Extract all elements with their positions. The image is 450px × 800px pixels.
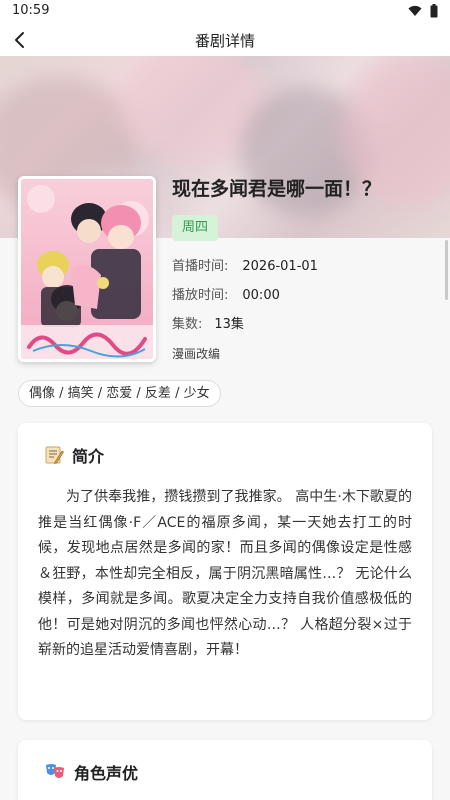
airtime-label: 播放时间: bbox=[172, 288, 229, 303]
episodes-label: 集数: bbox=[172, 317, 203, 332]
synopsis-text: 为了供奉我推，攒钱攒到了我推家。 高中生·木下歌夏的推是当红偶像·F／ACE的福… bbox=[38, 489, 412, 658]
cast-header: 角色声优 bbox=[44, 760, 138, 784]
memo-icon bbox=[45, 446, 64, 464]
anime-poster[interactable] bbox=[18, 176, 156, 362]
status-icons bbox=[408, 4, 438, 18]
wifi-icon bbox=[408, 5, 422, 16]
cast-title: 角色声优 bbox=[74, 764, 139, 783]
theater-masks-icon bbox=[46, 764, 64, 778]
premiere-value: 2026-01-01 bbox=[242, 259, 318, 274]
synopsis-header: 简介 bbox=[44, 443, 104, 467]
anime-title: 现在多闻君是哪一面！？ bbox=[172, 178, 382, 200]
synopsis-card: 简介 为了供奉我推，攒钱攒到了我推家。 高中生·木下歌夏的推是当红偶像·F／AC… bbox=[18, 423, 432, 720]
page-title: 番剧详情 bbox=[194, 32, 255, 50]
battery-icon bbox=[430, 4, 438, 18]
premiere-row: 首播时间: 2026-01-01 bbox=[172, 255, 318, 274]
scrollbar[interactable] bbox=[445, 240, 448, 300]
episodes-value: 13集 bbox=[214, 317, 244, 332]
synopsis-title: 简介 bbox=[72, 447, 105, 466]
status-bar: 10:59 bbox=[0, 0, 450, 24]
airtime-value: 00:00 bbox=[242, 288, 280, 303]
source-label: 漫画改编 bbox=[172, 347, 221, 361]
status-time: 10:59 bbox=[12, 3, 50, 18]
poster-illustration bbox=[21, 179, 153, 359]
airtime-row: 播放时间: 00:00 bbox=[172, 284, 280, 303]
nav-bar: 番剧详情 bbox=[0, 24, 450, 56]
genre-tags[interactable]: 偶像 / 搞笑 / 恋爱 / 反差 / 少女 bbox=[18, 380, 221, 407]
weekday-badge: 周四 bbox=[172, 215, 219, 241]
episodes-row: 集数: 13集 bbox=[172, 313, 244, 332]
cast-card[interactable]: 角色声优 bbox=[18, 740, 432, 800]
premiere-label: 首播时间: bbox=[172, 259, 229, 274]
